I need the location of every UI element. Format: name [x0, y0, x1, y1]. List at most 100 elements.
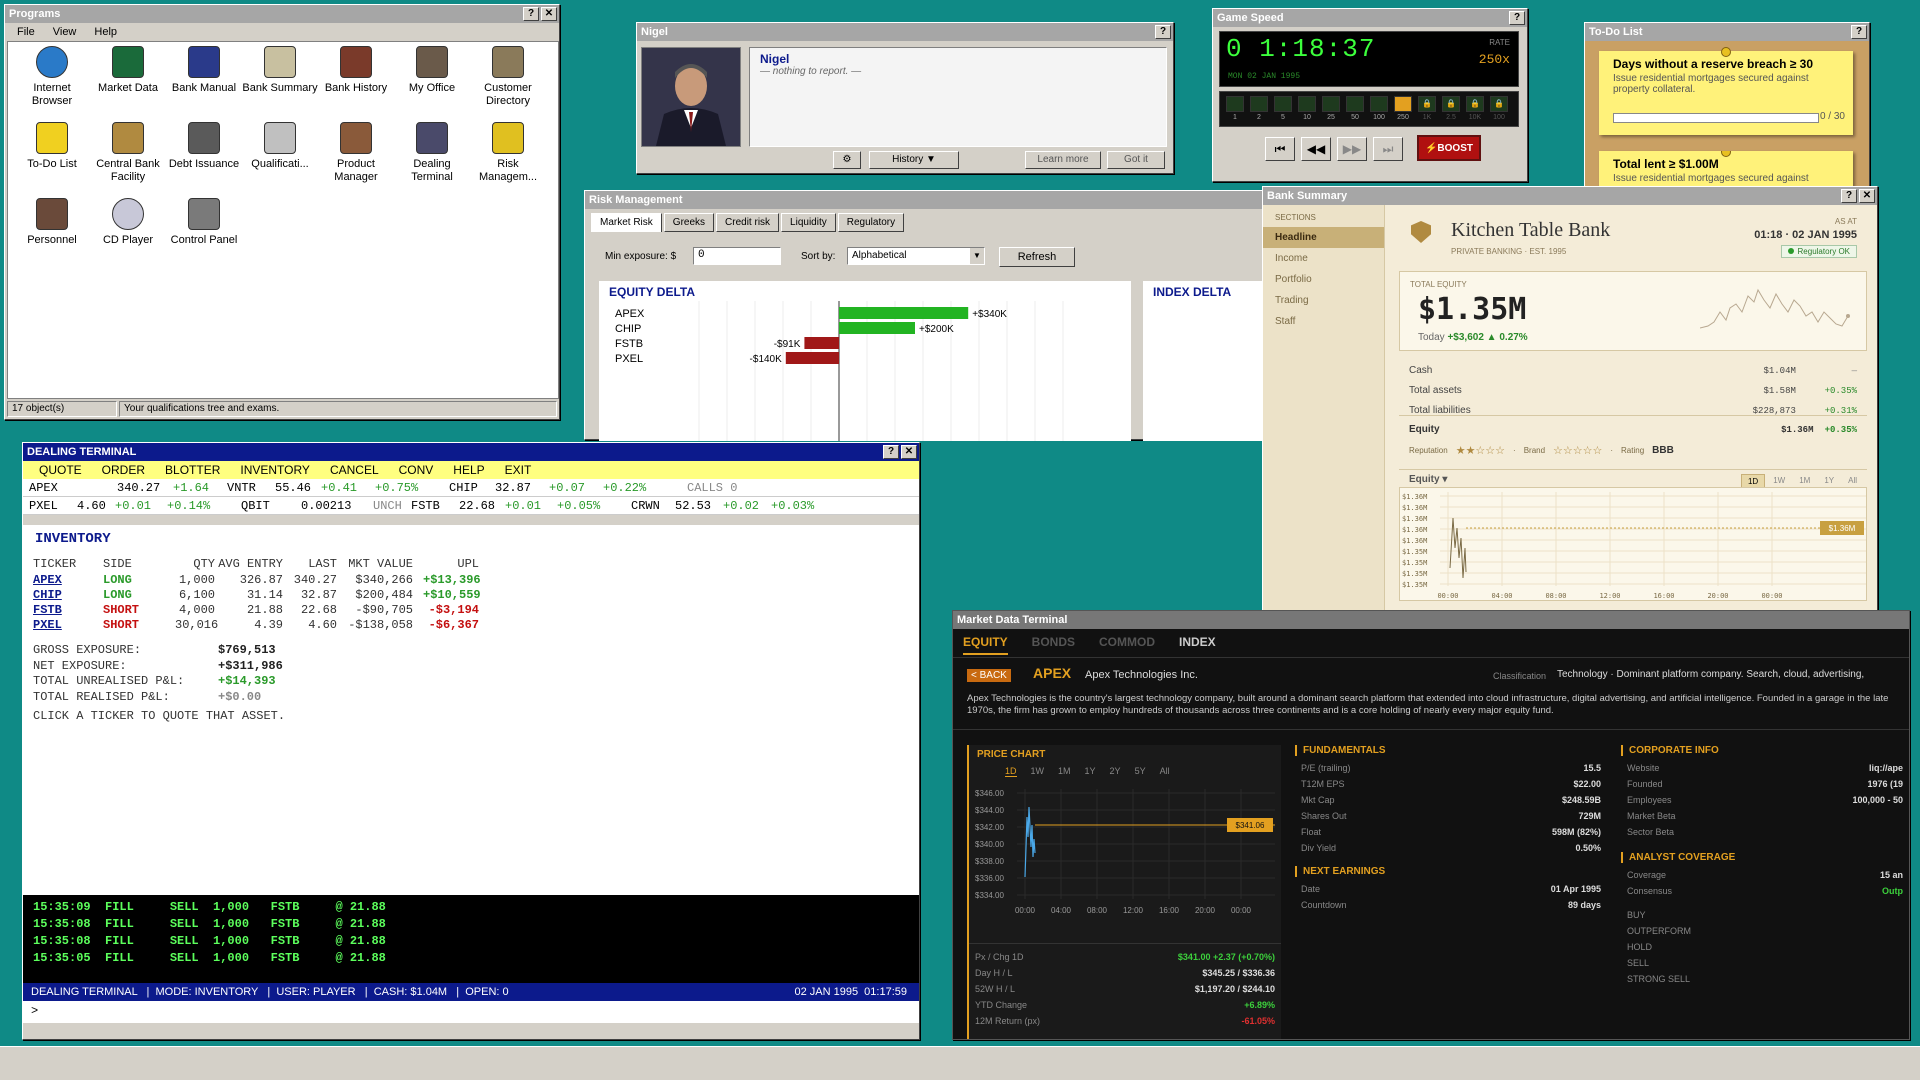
speed-step[interactable]: 🔒 — [1418, 96, 1436, 112]
program-boxes[interactable]: Product Manager — [318, 122, 394, 184]
menu-blotter[interactable]: BLOTTER — [155, 461, 230, 479]
speed-step[interactable] — [1394, 96, 1412, 112]
program-history[interactable]: Bank History — [318, 46, 394, 95]
program-people[interactable]: Personnel — [14, 198, 90, 247]
market-titlebar[interactable]: Market Data Terminal — [953, 611, 1909, 629]
section-staff[interactable]: Staff — [1263, 311, 1384, 332]
speed-titlebar[interactable]: Game Speed ? — [1213, 9, 1527, 27]
range-all[interactable]: All — [1160, 766, 1170, 777]
section-income[interactable]: Income — [1263, 248, 1384, 269]
got-it-button[interactable]: Got it — [1107, 151, 1165, 169]
min-exposure-input[interactable]: 0 — [693, 247, 781, 265]
back-button[interactable]: < BACK — [967, 669, 1011, 682]
todo-titlebar[interactable]: To-Do List ? — [1585, 23, 1869, 41]
program-qualification[interactable]: Qualificati... — [242, 122, 318, 171]
ticker-link[interactable]: CHIP — [33, 588, 93, 602]
menu-conv[interactable]: CONV — [389, 461, 444, 479]
skip-back-button[interactable]: ⏮ — [1265, 137, 1295, 161]
risk-titlebar[interactable]: Risk Management — [585, 191, 1273, 209]
menu-view[interactable]: View — [53, 26, 77, 38]
quote-field[interactable]: +0.22% — [603, 479, 687, 496]
close-button[interactable]: ✕ — [901, 445, 917, 459]
menu-inventory[interactable]: INVENTORY — [230, 461, 320, 479]
bank-titlebar[interactable]: Bank Summary ? ✕ — [1263, 187, 1877, 205]
menu-order[interactable]: ORDER — [92, 461, 155, 479]
quote-field[interactable]: +0.41 — [321, 479, 375, 496]
program-directory[interactable]: Customer Directory — [470, 46, 546, 108]
program-shield[interactable]: Risk Managem... — [470, 122, 546, 184]
ticker-link[interactable]: PXEL — [33, 618, 93, 632]
speed-step[interactable] — [1250, 96, 1268, 112]
help-button[interactable]: ? — [1841, 189, 1857, 203]
speed-step[interactable]: 🔒 — [1490, 96, 1508, 112]
range-1m[interactable]: 1M — [1058, 766, 1071, 777]
speed-step[interactable] — [1298, 96, 1316, 112]
program-clipboard[interactable]: Bank Summary — [242, 46, 318, 95]
tab-regulatory[interactable]: Regulatory — [837, 213, 905, 232]
menu-help[interactable]: Help — [94, 26, 117, 38]
program-gear[interactable]: Control Panel — [166, 198, 242, 247]
program-globe[interactable]: Internet Browser — [14, 46, 90, 108]
refresh-button[interactable]: Refresh — [999, 247, 1075, 267]
help-button[interactable]: ? — [883, 445, 899, 459]
speed-step[interactable]: 🔒 — [1466, 96, 1484, 112]
tab-bonds[interactable]: BONDS — [1032, 635, 1075, 655]
todo-card[interactable]: Days without a reserve breach ≥ 30 Issue… — [1599, 47, 1853, 135]
rewind-button[interactable]: ◀◀ — [1301, 137, 1331, 161]
range-1d[interactable]: 1D — [1005, 766, 1017, 777]
quote-field[interactable]: APEX — [29, 479, 117, 496]
history-dropdown[interactable]: History ▼ — [869, 151, 959, 169]
speed-step[interactable] — [1226, 96, 1244, 112]
program-bank[interactable]: Central Bank Facility — [90, 122, 166, 184]
skip-forward-button[interactable]: ⏭ — [1373, 137, 1403, 161]
ticker-link[interactable]: APEX — [33, 573, 93, 587]
program-office[interactable]: My Office — [394, 46, 470, 95]
program-chart[interactable]: Market Data — [90, 46, 166, 95]
program-book[interactable]: Bank Manual — [166, 46, 242, 95]
section-headline[interactable]: Headline — [1263, 227, 1384, 248]
tab-index[interactable]: INDEX — [1179, 635, 1216, 655]
close-button[interactable]: ✕ — [541, 7, 557, 21]
program-cd[interactable]: CD Player — [90, 198, 166, 247]
speed-step[interactable]: 🔒 — [1442, 96, 1460, 112]
sort-select[interactable]: Alphabetical ▼ — [847, 247, 985, 265]
tab-liquidity[interactable]: Liquidity — [781, 213, 836, 232]
quote-field[interactable]: PXEL — [29, 497, 77, 514]
command-input[interactable]: > — [23, 1001, 919, 1023]
tab-commod[interactable]: COMMOD — [1099, 635, 1155, 655]
tab-equity[interactable]: EQUITY — [963, 635, 1008, 655]
tab-market-risk[interactable]: Market Risk — [591, 213, 662, 232]
speed-step[interactable] — [1370, 96, 1388, 112]
ticker-link[interactable]: FSTB — [33, 603, 93, 617]
section-trading[interactable]: Trading — [1263, 290, 1384, 311]
help-button[interactable]: ? — [1509, 11, 1525, 25]
boost-button[interactable]: ⚡BOOST — [1417, 135, 1481, 161]
tab-greeks[interactable]: Greeks — [663, 213, 715, 232]
fast-forward-button[interactable]: ▶▶ — [1337, 137, 1367, 161]
learn-more-button[interactable]: Learn more — [1025, 151, 1101, 169]
menu-quote[interactable]: QUOTE — [29, 461, 92, 479]
nigel-titlebar[interactable]: Nigel ? — [637, 23, 1173, 41]
range-2y[interactable]: 2Y — [1110, 766, 1121, 777]
speed-step[interactable] — [1322, 96, 1340, 112]
menu-file[interactable]: File — [17, 26, 35, 38]
tab-credit-risk[interactable]: Credit risk — [716, 213, 780, 232]
help-button[interactable]: ? — [1851, 25, 1867, 39]
settings-button[interactable]: ⚙ — [833, 151, 861, 169]
menu-exit[interactable]: EXIT — [495, 461, 542, 479]
quote-field[interactable]: 0.00213 — [301, 497, 373, 514]
range-1w[interactable]: 1W — [1031, 766, 1045, 777]
speed-step[interactable] — [1346, 96, 1364, 112]
help-button[interactable]: ? — [1155, 25, 1171, 39]
range-1y[interactable]: 1Y — [1085, 766, 1096, 777]
program-debt[interactable]: Debt Issuance — [166, 122, 242, 171]
help-button[interactable]: ? — [523, 7, 539, 21]
section-portfolio[interactable]: Portfolio — [1263, 269, 1384, 290]
menu-cancel[interactable]: CANCEL — [320, 461, 389, 479]
menu-help[interactable]: HELP — [443, 461, 494, 479]
program-note[interactable]: To-Do List — [14, 122, 90, 171]
dealing-titlebar[interactable]: DEALING TERMINAL ? ✕ — [23, 443, 919, 461]
program-terminal[interactable]: Dealing Terminal — [394, 122, 470, 184]
speed-step[interactable] — [1274, 96, 1292, 112]
range-5y[interactable]: 5Y — [1135, 766, 1146, 777]
